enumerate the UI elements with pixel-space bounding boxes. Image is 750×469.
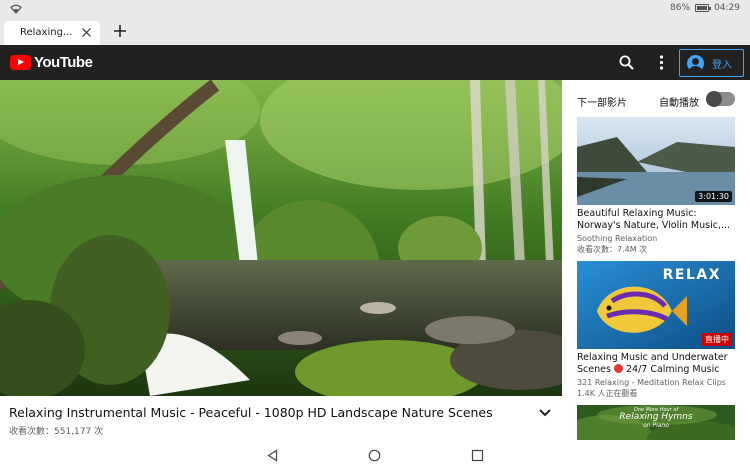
autoplay-toggle[interactable] [706, 91, 735, 107]
rec-1-views: 收看次數：7.4M 次 [577, 245, 648, 254]
video-thumbnail-2[interactable]: RELAX 直播中 [577, 261, 735, 349]
back-icon[interactable] [266, 449, 279, 462]
rec-2-viewers: 1.4K 人正在觀看 [577, 389, 638, 398]
thumb-relax-text: RELAX [662, 267, 721, 283]
duration-badge: 3:01:30 [695, 191, 732, 202]
video-views: 收看次數：551,177 次 [9, 427, 104, 437]
close-icon[interactable] [81, 27, 92, 38]
thumb-hymn-text: One More Hour of Relaxing Hymns on Piano [577, 407, 735, 429]
youtube-header: YouTube [0, 45, 750, 80]
battery-fill [697, 6, 708, 10]
home-icon[interactable] [368, 449, 381, 462]
navigation-bar [0, 440, 750, 469]
youtube-logo[interactable]: YouTube [10, 54, 93, 71]
battery-percent: 86% [670, 3, 691, 13]
rec-2-title-line2: Scenes 24/7 Calming Music [577, 364, 737, 376]
thumb-hymn-line3: on Piano [643, 421, 669, 429]
account-icon [687, 54, 704, 72]
rec-1-title-line2: Norway's Nature, Violin Music,... [577, 220, 731, 231]
video-player[interactable] [0, 80, 562, 396]
rec-2-title[interactable]: Relaxing Music and Underwater Scenes 24/… [577, 352, 737, 376]
rec-2-meta: 321 Relaxing - Meditation Relax Clips 1.… [577, 377, 726, 399]
rec-1-title[interactable]: Beautiful Relaxing Music: Norway's Natur… [577, 208, 737, 232]
chevron-down-icon[interactable] [538, 408, 552, 418]
red-circle-icon [613, 364, 623, 373]
tab-title: Relaxing... [20, 27, 73, 38]
plus-icon[interactable] [112, 23, 128, 39]
rec-1-title-line1: Beautiful Relaxing Music: [577, 208, 697, 219]
rec-2-title-suffix: 24/7 Calming Music [625, 364, 720, 375]
recents-icon[interactable] [471, 449, 484, 462]
screen: 86% 04:29 Relaxing... YouTube 登入 Relaxin… [0, 0, 750, 469]
live-badge: 直播中 [702, 333, 732, 346]
toggle-knob [706, 91, 722, 107]
rec-1-meta: Soothing Relaxation 收看次數：7.4M 次 [577, 233, 657, 255]
status-bar: 86% 04:29 [0, 0, 750, 18]
search-icon[interactable] [618, 54, 635, 71]
video-thumbnail-1[interactable]: 3:01:30 [577, 117, 735, 205]
youtube-play-icon [10, 55, 31, 70]
more-options-icon[interactable] [653, 54, 670, 71]
video-thumbnail-3[interactable]: One More Hour of Relaxing Hymns on Piano [577, 405, 735, 444]
rec-2-channel: 321 Relaxing - Meditation Relax Clips [577, 378, 726, 387]
up-next-heading: 下一部影片 [577, 98, 627, 109]
video-frame [0, 80, 562, 396]
logo-text: YouTube [34, 54, 93, 71]
battery-icon [695, 4, 712, 12]
status-right: 86% 04:29 [670, 3, 740, 13]
rec-1-channel: Soothing Relaxation [577, 234, 658, 243]
tab-bar: Relaxing... [0, 18, 750, 45]
autoplay-label: 自動播放 [659, 98, 699, 109]
rec-2-title-line1: Relaxing Music and Underwater [577, 352, 728, 363]
video-title: Relaxing Instrumental Music - Peaceful -… [9, 405, 493, 420]
wifi-icon [10, 4, 22, 14]
sign-in-button[interactable]: 登入 [679, 49, 744, 77]
clock: 04:29 [714, 3, 740, 13]
browser-tab[interactable]: Relaxing... [4, 21, 100, 45]
rec-2-title-prefix: Scenes [577, 364, 611, 375]
sign-in-label: 登入 [712, 59, 732, 71]
